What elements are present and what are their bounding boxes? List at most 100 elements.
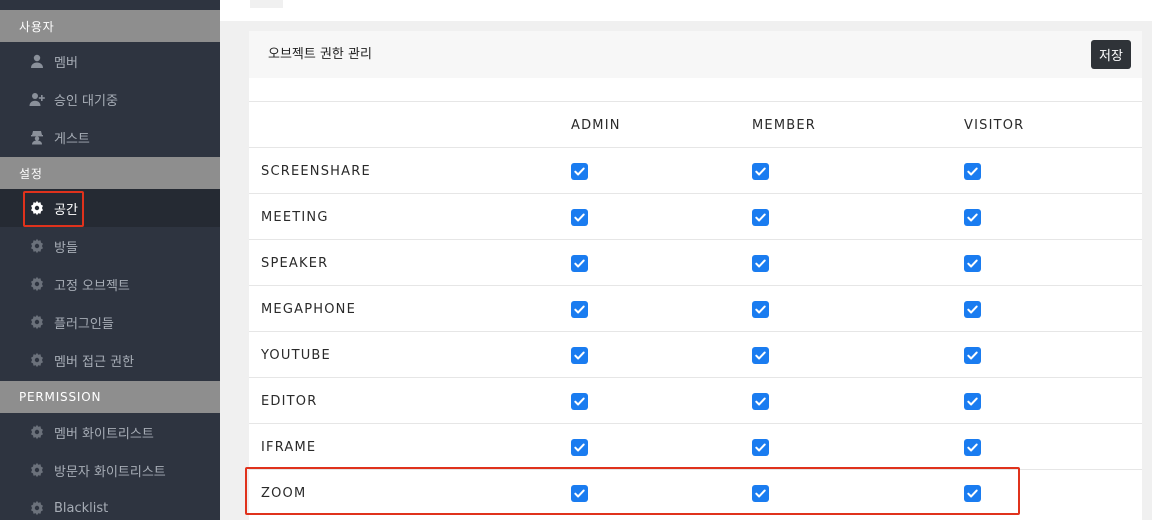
sidebar-item-label: 멤버 [54, 55, 78, 71]
check-icon [574, 443, 585, 452]
highlight-box-zoom-row [245, 467, 1020, 515]
section-header-settings: 설정 [0, 157, 220, 189]
check-icon [967, 305, 978, 314]
sidebar-item-member-whitelist[interactable]: 멤버 화이트리스트 [0, 413, 220, 451]
sidebar-item-label: 승인 대기중 [54, 93, 118, 109]
user-icon [28, 52, 46, 70]
panel-header: 오브젝트 권한 관리 저장 [249, 31, 1142, 78]
visitor-checkbox[interactable] [964, 163, 981, 180]
check-icon [755, 213, 766, 222]
member-checkbox[interactable] [752, 393, 769, 410]
sidebar-item-member-access[interactable]: 멤버 접근 권한 [0, 341, 220, 379]
table-row: SPEAKER [249, 239, 1142, 285]
guest-icon [28, 128, 46, 146]
table-row: MEETING [249, 193, 1142, 239]
visitor-checkbox[interactable] [964, 347, 981, 364]
admin-checkbox[interactable] [571, 347, 588, 364]
check-icon [574, 259, 585, 268]
top-card [220, 0, 1152, 21]
admin-checkbox[interactable] [571, 301, 588, 318]
main-content: 오브젝트 권한 관리 저장 ADMIN MEMBER VISITOR SCREE… [220, 0, 1152, 520]
admin-checkbox[interactable] [571, 163, 588, 180]
check-icon [967, 443, 978, 452]
table-row: SCREENSHARE [249, 147, 1142, 193]
table-row: YOUTUBE [249, 331, 1142, 377]
gear-icon [28, 423, 46, 441]
check-icon [967, 397, 978, 406]
visitor-checkbox[interactable] [964, 209, 981, 226]
check-icon [574, 167, 585, 176]
sidebar-item-plugins[interactable]: 플러그인들 [0, 303, 220, 341]
table-row: EDITOR [249, 377, 1142, 423]
member-checkbox[interactable] [752, 163, 769, 180]
sidebar-item-members[interactable]: 멤버 [0, 42, 220, 80]
member-checkbox[interactable] [752, 209, 769, 226]
sidebar-item-label: 방들 [54, 240, 78, 256]
member-checkbox[interactable] [752, 301, 769, 318]
gear-icon [28, 499, 46, 517]
sidebar-item-rooms[interactable]: 방들 [0, 227, 220, 265]
visitor-checkbox[interactable] [964, 301, 981, 318]
visitor-checkbox[interactable] [964, 393, 981, 410]
check-icon [574, 213, 585, 222]
row-label: MEGAPHONE [261, 301, 356, 317]
visitor-checkbox[interactable] [964, 439, 981, 456]
gear-icon [28, 351, 46, 369]
object-permission-panel: 오브젝트 권한 관리 저장 ADMIN MEMBER VISITOR SCREE… [249, 31, 1142, 520]
section-header-users: 사용자 [0, 10, 220, 42]
table-header-row: ADMIN MEMBER VISITOR [249, 101, 1142, 147]
admin-checkbox[interactable] [571, 439, 588, 456]
sidebar-item-label: 방문자 화이트리스트 [54, 464, 166, 480]
check-icon [574, 351, 585, 360]
row-label: MEETING [261, 209, 329, 225]
sidebar: 사용자 멤버 승인 대기중 게스트 설정 공간 방들 고정 오브젝트 플러그인들… [0, 0, 220, 520]
check-icon [755, 167, 766, 176]
save-button[interactable]: 저장 [1091, 40, 1131, 69]
check-icon [574, 397, 585, 406]
check-icon [574, 305, 585, 314]
gear-icon [28, 237, 46, 255]
admin-checkbox[interactable] [571, 393, 588, 410]
check-icon [755, 259, 766, 268]
sidebar-item-label: Blacklist [54, 500, 109, 516]
check-icon [755, 305, 766, 314]
table-row: IFRAME [249, 423, 1142, 469]
check-icon [967, 259, 978, 268]
member-checkbox[interactable] [752, 347, 769, 364]
sidebar-item-blacklist[interactable]: Blacklist [0, 489, 220, 520]
top-chip [250, 0, 283, 8]
sidebar-item-label: 고정 오브젝트 [54, 278, 130, 294]
row-label: SCREENSHARE [261, 163, 371, 179]
gear-icon [28, 461, 46, 479]
check-icon [967, 213, 978, 222]
check-icon [967, 167, 978, 176]
gear-icon [28, 313, 46, 331]
sidebar-item-pending[interactable]: 승인 대기중 [0, 80, 220, 118]
sidebar-item-visitor-whitelist[interactable]: 방문자 화이트리스트 [0, 451, 220, 489]
check-icon [967, 351, 978, 360]
sidebar-item-label: 멤버 접근 권한 [54, 354, 135, 370]
gear-icon [28, 275, 46, 293]
check-icon [755, 397, 766, 406]
sidebar-item-fixed-objects[interactable]: 고정 오브젝트 [0, 265, 220, 303]
sidebar-item-label: 게스트 [54, 131, 90, 147]
row-label: SPEAKER [261, 255, 329, 271]
member-checkbox[interactable] [752, 255, 769, 272]
row-label: YOUTUBE [261, 347, 331, 363]
visitor-checkbox[interactable] [964, 255, 981, 272]
table-row: MEGAPHONE [249, 285, 1142, 331]
column-header-member: MEMBER [752, 117, 817, 133]
column-header-admin: ADMIN [571, 117, 621, 133]
admin-checkbox[interactable] [571, 209, 588, 226]
sidebar-item-guests[interactable]: 게스트 [0, 118, 220, 156]
row-label: EDITOR [261, 393, 318, 409]
panel-title: 오브젝트 권한 관리 [268, 47, 372, 62]
member-checkbox[interactable] [752, 439, 769, 456]
admin-checkbox[interactable] [571, 255, 588, 272]
section-header-permission: PERMISSION [0, 381, 220, 413]
check-icon [755, 351, 766, 360]
row-label: IFRAME [261, 439, 317, 455]
sidebar-item-label: 플러그인들 [54, 316, 114, 332]
column-header-visitor: VISITOR [964, 117, 1025, 133]
highlight-box-space [23, 191, 84, 227]
